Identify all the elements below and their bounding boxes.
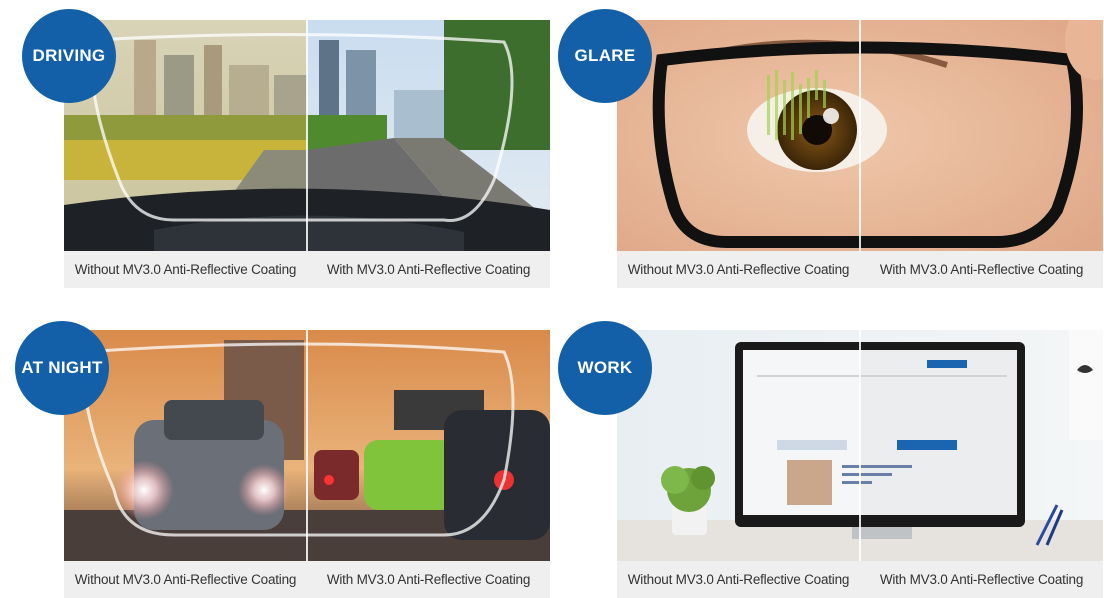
- work-panel: Without MV3.0 Anti-Reflective Coating Wi…: [617, 330, 1103, 598]
- driving-panel: Without MV3.0 Anti-Reflective Coating Wi…: [64, 20, 550, 288]
- driving-badge: DRIVING: [22, 9, 116, 103]
- comparison-divider: [859, 20, 861, 251]
- comparison-divider: [306, 330, 308, 561]
- comparison-divider: [859, 330, 861, 561]
- comparison-divider: [306, 20, 308, 251]
- glare-photo: [617, 20, 1103, 251]
- caption-bar: Without MV3.0 Anti-Reflective Coating Wi…: [617, 251, 1103, 288]
- caption-with-coating: With MV3.0 Anti-Reflective Coating: [326, 572, 531, 587]
- caption-without-coating: Without MV3.0 Anti-Reflective Coating: [74, 572, 297, 587]
- work-badge: WORK: [558, 321, 652, 415]
- work-photo: [617, 330, 1103, 561]
- caption-with-coating: With MV3.0 Anti-Reflective Coating: [326, 262, 531, 277]
- caption-with-coating: With MV3.0 Anti-Reflective Coating: [879, 262, 1084, 277]
- caption-with-coating: With MV3.0 Anti-Reflective Coating: [879, 572, 1084, 587]
- glare-badge: GLARE: [558, 9, 652, 103]
- caption-without-coating: Without MV3.0 Anti-Reflective Coating: [74, 262, 297, 277]
- at-night-badge: AT NIGHT: [15, 321, 109, 415]
- at-night-panel: Without MV3.0 Anti-Reflective Coating Wi…: [64, 330, 550, 598]
- caption-without-coating: Without MV3.0 Anti-Reflective Coating: [627, 262, 850, 277]
- caption-bar: Without MV3.0 Anti-Reflective Coating Wi…: [64, 561, 550, 598]
- caption-bar: Without MV3.0 Anti-Reflective Coating Wi…: [64, 251, 550, 288]
- at-night-photo: [64, 330, 550, 561]
- caption-bar: Without MV3.0 Anti-Reflective Coating Wi…: [617, 561, 1103, 598]
- caption-without-coating: Without MV3.0 Anti-Reflective Coating: [627, 572, 850, 587]
- glare-panel: Without MV3.0 Anti-Reflective Coating Wi…: [617, 20, 1103, 288]
- driving-photo: [64, 20, 550, 251]
